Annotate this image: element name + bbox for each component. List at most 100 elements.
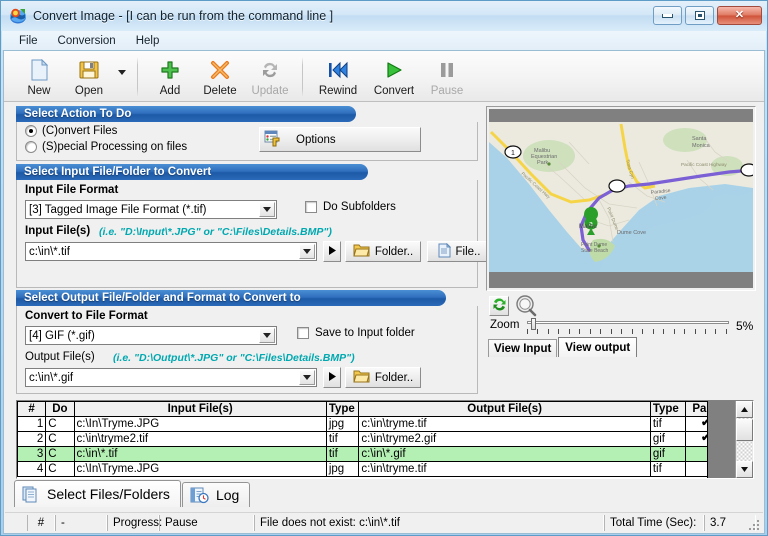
input-folder-button[interactable]: Folder.. — [345, 241, 421, 262]
toolbar-update-label: Update — [251, 85, 289, 97]
action-group: Select Action To Do (C)onvert Files (S)p… — [16, 106, 478, 161]
tab-view-input[interactable]: View Input — [488, 339, 558, 357]
client-area: New Open Add Delete Update Rewind Conver… — [3, 50, 765, 534]
resize-grip-icon[interactable] — [748, 518, 761, 531]
toolbar-delete-button[interactable]: Delete — [195, 55, 245, 100]
output-format-combo[interactable]: [4] GIF (*.gif) — [25, 326, 277, 345]
maximize-button[interactable] — [685, 6, 714, 25]
col-input-files[interactable]: Input File(s) — [73, 401, 327, 417]
col-output-type[interactable]: Type — [649, 401, 686, 417]
cell-output-type: tif — [649, 461, 686, 477]
toolbar-pause-button[interactable]: Pause — [422, 55, 472, 100]
output-go-button[interactable] — [323, 367, 341, 388]
do-subfolders-checkbox[interactable]: Do Subfolders — [305, 201, 396, 213]
chevron-down-icon — [118, 70, 126, 75]
table-row[interactable]: 4 C c:\In\Tryme.JPG jpg c:\in\tryme.tif … — [17, 461, 728, 477]
col-do[interactable]: Do — [45, 401, 75, 417]
cell-number: 3 — [17, 446, 47, 462]
table-row[interactable]: 3 C c:\in\*.tif tif c:\in\*.gif gif — [17, 446, 728, 462]
toolbar-rewind-label: Rewind — [318, 85, 358, 97]
pause-icon — [438, 58, 456, 82]
cell-output-type: tif — [649, 416, 686, 432]
tab-log[interactable]: Log — [181, 482, 251, 507]
toolbar-delete-label: Delete — [203, 85, 237, 97]
toolbar-open-dropdown[interactable] — [114, 55, 130, 100]
chevron-down-icon[interactable] — [259, 328, 275, 343]
refresh-preview-button[interactable] — [489, 296, 509, 316]
input-go-button[interactable] — [323, 241, 341, 262]
table-vertical-scrollbar[interactable] — [735, 401, 753, 478]
options-button[interactable]: Options — [259, 127, 421, 152]
toolbar-new-label: New — [27, 85, 51, 97]
scrollbar-thumb[interactable] — [736, 419, 753, 441]
cell-output-file: c:\in\tryme.tif — [358, 461, 651, 477]
radio-convert-files[interactable]: (C)onvert Files — [25, 125, 117, 137]
cell-input-type: jpg — [325, 461, 360, 477]
window-controls: ✕ — [653, 6, 762, 25]
folder-icon — [353, 369, 370, 386]
scroll-up-button[interactable] — [736, 401, 753, 418]
svg-text:State Beach: State Beach — [581, 248, 608, 254]
table-header-row: # Do Input File(s) Type Output File(s) T… — [17, 401, 728, 417]
input-files-label: Input File(s) — [25, 225, 91, 237]
save-to-input-folder-checkbox-box — [297, 327, 309, 339]
output-folder-button[interactable]: Folder.. — [345, 367, 421, 388]
toolbar-rewind-button[interactable]: Rewind — [310, 55, 366, 100]
radio-special-processing[interactable]: (S)pecial Processing on files — [25, 141, 187, 153]
file-icon — [438, 242, 451, 261]
open-folder-icon — [78, 58, 100, 82]
table-row[interactable]: 1 C c:\In\Tryme.JPG jpg c:\in\tryme.tif … — [17, 416, 728, 432]
menu-item-file[interactable]: File — [10, 34, 47, 48]
svg-text:Park: Park — [537, 160, 549, 166]
toolbar-open-button[interactable]: Open — [64, 55, 114, 100]
cell-output-file: c:\in\tryme2.gif — [358, 431, 651, 447]
svg-text:Malibu: Malibu — [579, 224, 597, 230]
output-folder-button-label: Folder.. — [374, 371, 414, 384]
map-preview-image: 1 a Malibu Equestrian Park Santa Monica … — [489, 122, 753, 272]
chevron-down-icon[interactable] — [259, 202, 275, 217]
plus-icon — [160, 58, 180, 82]
toolbar-new-button[interactable]: New — [14, 55, 64, 100]
toolbar-open-label: Open — [74, 85, 104, 97]
zoom-slider[interactable] — [527, 318, 729, 334]
chevron-down-icon[interactable] — [299, 244, 315, 259]
input-format-combo[interactable]: [3] Tagged Image File Format (*.tif) — [25, 200, 277, 219]
cell-input-file: c:\In\Tryme.JPG — [73, 416, 327, 432]
toolbar-update-button[interactable]: Update — [245, 55, 295, 100]
table-row[interactable]: 2 C c:\in\tryme2.tif tif c:\in\tryme2.gi… — [17, 431, 728, 447]
input-files-value: c:\in\*.tif — [29, 245, 70, 258]
new-document-icon — [29, 58, 49, 82]
col-number[interactable]: # — [17, 401, 47, 417]
zoom-slider-track — [527, 321, 729, 324]
magnify-button[interactable] — [513, 295, 539, 317]
toolbar-add-button[interactable]: Add — [145, 55, 195, 100]
output-format-value: [4] GIF (*.gif) — [29, 329, 95, 342]
input-files-combo[interactable]: c:\in\*.tif — [25, 242, 317, 261]
toolbar-convert-button[interactable]: Convert — [366, 55, 422, 100]
menu-item-conversion[interactable]: Conversion — [49, 34, 125, 48]
chevron-down-icon[interactable] — [299, 370, 315, 385]
col-output-files[interactable]: Output File(s) — [358, 401, 651, 417]
options-icon — [264, 130, 282, 150]
minimize-button[interactable] — [653, 6, 682, 25]
folder-icon — [353, 243, 370, 260]
toolbar-separator-1 — [137, 57, 138, 97]
menu-item-help[interactable]: Help — [127, 34, 169, 48]
tab-view-output[interactable]: View output — [558, 337, 638, 357]
status-progress-value: Pause — [159, 514, 254, 531]
svg-text:Pacific Coast Highway: Pacific Coast Highway — [681, 162, 727, 167]
tab-select-files-folders[interactable]: Select Files/Folders — [14, 480, 181, 507]
output-files-combo[interactable]: c:\in\*.gif — [25, 368, 317, 387]
scroll-down-button[interactable] — [736, 461, 753, 478]
rewind-icon — [327, 58, 349, 82]
save-to-input-folder-checkbox[interactable]: Save to Input folder — [297, 327, 415, 339]
file-table[interactable]: # Do Input File(s) Type Output File(s) T… — [16, 400, 754, 479]
close-button[interactable]: ✕ — [717, 6, 762, 25]
output-format-label: Convert to File Format — [25, 310, 148, 322]
status-progress-label: Progress: — [107, 514, 162, 531]
col-input-type[interactable]: Type — [325, 401, 360, 417]
output-group: Select Output File/Folder and Format to … — [16, 290, 478, 394]
status-total-time-label: Total Time (Sec): — [604, 514, 704, 531]
input-file-button[interactable]: File.. — [427, 241, 491, 262]
preview-panel[interactable]: 1 a Malibu Equestrian Park Santa Monica … — [486, 106, 756, 291]
